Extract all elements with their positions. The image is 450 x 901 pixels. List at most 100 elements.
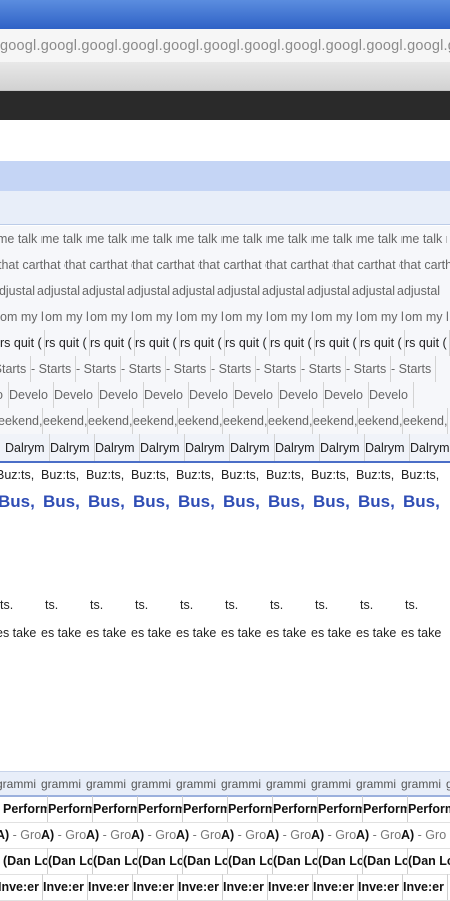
tile-cell: adjustal	[352, 278, 397, 304]
tile-text: grammi	[266, 776, 307, 791]
page-spacer	[0, 120, 450, 161]
tile-cell: (Dan Lc	[273, 848, 318, 874]
tile-cell: grammi	[0, 772, 41, 795]
tile-cell: Buz:ts,	[41, 462, 86, 488]
tile-cell: - Starts	[0, 356, 31, 382]
list-row-dan[interactable]: (Dan Lc (Dan Lc (Dan Lc (Dan Lc (Dan Lc (Dan …	[0, 848, 450, 875]
tile-text: - Gro	[234, 828, 266, 842]
tile-cell: Bus,	[178, 488, 223, 516]
tile-cell: eekend,	[43, 408, 88, 434]
tile-cell: Dalrym	[410, 434, 450, 461]
tile-cell: grammi	[266, 772, 311, 795]
tile-cell: es take	[86, 620, 131, 646]
tile-cell: Develo	[279, 382, 324, 408]
tile-cell: rs quit (	[135, 330, 180, 356]
tile-text-bold: A)	[356, 828, 370, 842]
tile-cell: me talk m	[312, 226, 357, 252]
tile-cell: grammi	[176, 772, 221, 795]
tile-cell: grammi	[356, 772, 401, 795]
tile-text: om my l	[405, 310, 449, 324]
section-header	[0, 161, 450, 191]
tile-cell: eekend,	[0, 408, 43, 434]
tile-text: om my l	[270, 310, 314, 324]
list-row-rsquit[interactable]: rs quit (rs quit (rs quit (rs quit (rs q…	[0, 330, 450, 357]
tile-text-bold: A)	[176, 828, 190, 842]
tile-text: - Gro	[369, 828, 401, 842]
tile-text: that carthat car	[132, 258, 199, 272]
list-row-talk[interactable]: me talk mme talk mme talk mme talk mme t…	[0, 226, 450, 253]
tile-text: Bus,	[0, 492, 35, 511]
list-row-inve[interactable]: Inve:er Inve:er Inve:er Inve:er Inve:er Inve:…	[0, 874, 450, 901]
tile-cell: Perform	[408, 796, 450, 822]
tile-cell: rs quit (	[270, 330, 315, 356]
heading-links-row[interactable]: Bus, Bus, Bus, Bus, Bus, Bus, Bus, Bus, Bus, Bus,	[0, 488, 450, 516]
tile-cell: ts.	[45, 592, 90, 618]
tile-text: es take	[266, 626, 307, 640]
tile-text: es take	[41, 626, 82, 640]
tile-text: - Starts	[0, 362, 27, 376]
address-bar[interactable]: googl.googl.googl.googl.googl.googl.goog…	[0, 29, 450, 63]
list-row-dalrym[interactable]: Dalrym Dalrym Dalrym Dalrym Dalrym Dalrym Dalr…	[0, 434, 450, 463]
tile-cell: adjustal	[82, 278, 127, 304]
list-row-starts[interactable]: - Starts - Starts - Starts - Starts - Starts…	[0, 356, 450, 383]
list-row-eekend[interactable]: eekend, eekend, eekend, eekend, eekend, eeken…	[0, 408, 450, 435]
tile-cell: Inve:er	[313, 874, 358, 900]
list-row-groa[interactable]: A) - GroA) - GroA) - GroA) - GroA) - Gro…	[0, 822, 450, 849]
tile-cell: grammi	[401, 772, 446, 795]
tile-cell: Dalrym	[140, 434, 185, 461]
tile-text: - Starts	[31, 362, 72, 376]
tile-text: grammi	[0, 776, 37, 791]
browser-title-bar	[0, 0, 450, 29]
tile-cell: Buz:ts,	[401, 462, 446, 488]
tile-cell: es take	[131, 620, 176, 646]
tile-text: om my l	[360, 310, 404, 324]
tile-text: Perform	[183, 802, 228, 816]
tile-cell: (Dan Lc	[363, 848, 408, 874]
list-row-develo[interactable]: Develo Develo Develo Develo Develo Develo Deve…	[0, 382, 450, 409]
tile-cell: - Starts	[391, 356, 436, 382]
tile-text: (Dan Lc	[93, 854, 138, 868]
tile-cell: that carthat car	[65, 252, 132, 278]
tile-cell: Bus,	[313, 488, 358, 516]
list-row-adjustal[interactable]: adjustaladjustaladjustaladjustaladjustal…	[0, 278, 450, 305]
tile-cell: Develo	[99, 382, 144, 408]
tile-text: - Gro	[324, 828, 356, 842]
tile-text: ts.	[180, 598, 194, 612]
tile-cell: Develo	[324, 382, 369, 408]
tile-text: Buz:ts,	[0, 468, 35, 482]
tile-text: eekend,	[358, 414, 403, 428]
tile-cell: es take	[266, 620, 311, 646]
tile-text: Inve:er	[313, 880, 354, 894]
tile-text: rs quit (	[90, 336, 132, 350]
tile-cell: (Dan Lc	[408, 848, 450, 874]
tile-text: that carthat car	[266, 258, 333, 272]
tile-text: ts.	[225, 598, 239, 612]
nav-strip-grammi[interactable]: grammi grammi grammi grammi grammi grammi gram…	[0, 771, 450, 797]
tile-cell: ts.	[0, 592, 45, 618]
tile-cell: om my l	[405, 304, 450, 330]
tile-text: rs quit (	[135, 336, 177, 350]
tile-text: Dalrym	[320, 440, 360, 455]
tile-text: Perform	[93, 802, 138, 816]
tile-text: Inve:er	[133, 880, 174, 894]
tile-text: Bus,	[223, 492, 260, 511]
list-row-that[interactable]: that carthat carthat carthat carthat car…	[0, 252, 450, 279]
tile-cell: - Starts	[121, 356, 166, 382]
list-row-mylom[interactable]: om my l om my l om my l om my l om my l om my…	[0, 304, 450, 331]
address-text[interactable]: googl.googl.googl.googl.googl.googl.goog…	[0, 29, 450, 62]
tile-cell: Dalrym	[50, 434, 95, 461]
tile-text: Develo	[369, 388, 408, 402]
list-row-perform[interactable]: Perform Perform Perform Perform Perform Perfo…	[0, 796, 450, 823]
tile-text: me talk m	[402, 232, 447, 246]
tile-text: that carthat car	[333, 258, 400, 272]
tile-cell: Bus,	[358, 488, 403, 516]
tile-cell: (Dan Lc	[3, 848, 48, 874]
tile-cell: Inve:er	[133, 874, 178, 900]
tile-text: Develo	[279, 388, 318, 402]
tile-text: ts.	[360, 598, 374, 612]
tile-cell: me talk m	[222, 226, 267, 252]
tile-text: eekend,	[0, 414, 43, 428]
tile-text: es take	[401, 626, 442, 640]
tile-text: ts.	[270, 598, 284, 612]
tile-text: grammi	[86, 776, 127, 791]
